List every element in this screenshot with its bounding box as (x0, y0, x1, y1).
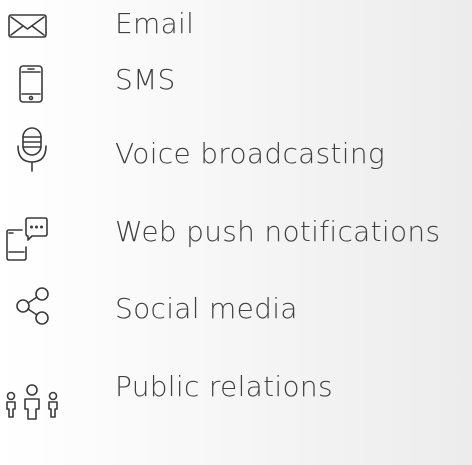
people-group-icon (0, 357, 72, 420)
push-notification-icon (0, 202, 72, 262)
channel-item-public-relations: Public relations (0, 357, 472, 420)
smartphone-icon (0, 50, 72, 110)
channel-item-voice-broadcasting: Voice broadcasting (0, 124, 472, 184)
channel-list: Email SMS Voice broadcasting Web push no… (0, 0, 472, 465)
microphone-icon (0, 124, 72, 184)
envelope-icon (0, 0, 72, 54)
channel-label-voice-broadcasting: Voice broadcasting (115, 137, 385, 170)
channel-label-web-push-notifications: Web push notifications (115, 215, 441, 248)
channel-item-web-push-notifications: Web push notifications (0, 202, 472, 262)
channel-label-social-media: Social media (115, 292, 298, 325)
channel-label-public-relations: Public relations (115, 370, 333, 403)
channel-item-sms: SMS (0, 50, 472, 110)
channel-label-sms: SMS (115, 63, 176, 96)
share-icon (0, 279, 72, 339)
channel-label-email: Email (115, 7, 195, 40)
channel-item-email: Email (0, 0, 472, 54)
channel-item-social-media: Social media (0, 279, 472, 339)
